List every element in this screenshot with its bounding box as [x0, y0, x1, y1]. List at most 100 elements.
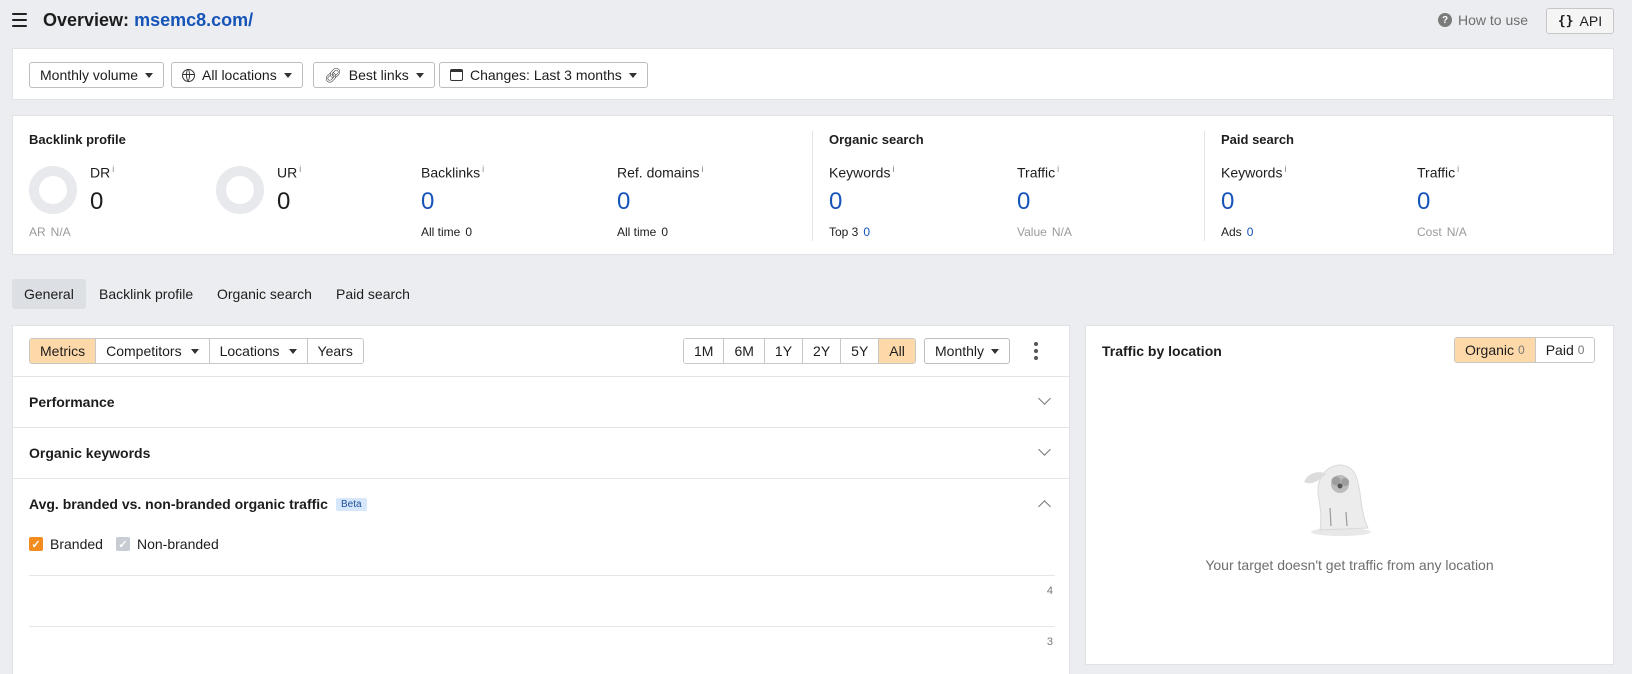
api-button[interactable]: {} API: [1546, 8, 1614, 34]
y-axis-tick: 3: [1046, 636, 1053, 648]
globe-icon: [182, 68, 195, 82]
braces-icon: {}: [1557, 13, 1574, 29]
chevron-down-icon[interactable]: [1038, 443, 1051, 456]
organic-toggle[interactable]: Organic 0: [1455, 338, 1536, 362]
divider: [13, 376, 1069, 377]
metrics-toggle[interactable]: Metrics: [30, 339, 97, 363]
ur-gauge: [216, 166, 264, 214]
info-icon[interactable]: i: [1284, 164, 1286, 174]
branded-section-header[interactable]: Avg. branded vs. non-branded organic tra…: [29, 496, 367, 512]
ur-value: 0: [277, 188, 291, 215]
paid-toggle[interactable]: Paid 0: [1535, 338, 1595, 362]
branded-label: Branded: [50, 536, 103, 552]
checkmark-icon: ✓: [116, 537, 130, 551]
non-branded-label: Non-branded: [137, 536, 219, 552]
dr-value: 0: [90, 188, 104, 215]
info-icon[interactable]: i: [299, 164, 301, 174]
backlinks-value[interactable]: 0: [421, 188, 434, 216]
calendar-icon: [450, 69, 463, 81]
performance-section-header[interactable]: Performance: [29, 394, 115, 410]
question-circle-icon: ?: [1438, 13, 1452, 27]
caret-down-icon: [145, 72, 154, 78]
organic-top3: Top 30: [829, 225, 871, 239]
changes-dropdown[interactable]: Changes: Last 3 months: [439, 62, 648, 88]
backlinks-all-time: All time 0: [421, 225, 473, 239]
overview-chart-panel: Metrics Competitors Locations Years 1M 6…: [12, 325, 1070, 674]
range-5y[interactable]: 5Y: [841, 339, 880, 363]
ref-domains-all-time: All time 0: [617, 225, 669, 239]
range-2y[interactable]: 2Y: [803, 339, 842, 363]
organic-keywords-label[interactable]: Keywords i: [829, 164, 894, 181]
tab-paid-search[interactable]: Paid search: [324, 279, 422, 309]
best-links-dropdown[interactable]: 🔗︎ Best links: [313, 62, 435, 88]
backlink-profile-title: Backlink profile: [29, 132, 126, 147]
organic-traffic-label[interactable]: Traffic i: [1017, 164, 1059, 181]
info-icon[interactable]: i: [701, 164, 703, 174]
monthly-volume-label: Monthly volume: [40, 67, 139, 83]
paid-traffic-value[interactable]: 0: [1417, 188, 1430, 216]
range-all[interactable]: All: [879, 339, 915, 363]
interval-label: Monthly: [935, 343, 985, 359]
info-icon[interactable]: i: [112, 164, 114, 174]
divider: [1204, 131, 1205, 241]
more-options-icon[interactable]: [1034, 342, 1038, 360]
menu-icon[interactable]: [12, 13, 27, 27]
years-toggle[interactable]: Years: [307, 339, 363, 363]
organic-keywords-value[interactable]: 0: [829, 188, 842, 216]
paid-keywords-label[interactable]: Keywords i: [1221, 164, 1286, 181]
branded-checkbox[interactable]: ✓ Branded: [29, 536, 103, 552]
interval-dropdown[interactable]: Monthly: [924, 338, 1011, 364]
divider: [13, 427, 1069, 428]
paid-traffic-label[interactable]: Traffic i: [1417, 164, 1459, 181]
empty-state-message: Your target doesn't get traffic from any…: [1205, 557, 1494, 573]
organic-keywords-section-header[interactable]: Organic keywords: [29, 445, 150, 461]
chevron-down-icon[interactable]: [1038, 392, 1051, 405]
chart-gridline: [29, 575, 1055, 576]
ref-domains-value[interactable]: 0: [617, 188, 630, 216]
tab-backlink-profile[interactable]: Backlink profile: [87, 279, 205, 309]
backlinks-label[interactable]: Backlinks i: [421, 164, 484, 181]
checkmark-icon: ✓: [29, 537, 43, 551]
caret-down-icon: [415, 72, 424, 78]
range-toggle: 1M 6M 1Y 2Y 5Y All: [683, 338, 916, 364]
page-title-prefix: Overview:: [43, 10, 130, 30]
beta-badge: Beta: [335, 497, 367, 511]
filter-bar: Monthly volume All locations 🔗︎ Best lin…: [12, 48, 1614, 100]
paid-ads: Ads 0: [1221, 225, 1254, 239]
range-6m[interactable]: 6M: [724, 339, 765, 363]
locations-dropdown[interactable]: All locations: [171, 62, 303, 88]
paid-cost: Cost N/A: [1417, 225, 1467, 239]
y-axis-tick: 4: [1046, 585, 1053, 597]
organic-traffic-value[interactable]: 0: [1017, 188, 1030, 216]
range-1m[interactable]: 1M: [684, 339, 725, 363]
ur-label[interactable]: UR i: [277, 164, 301, 181]
chevron-up-icon[interactable]: [1038, 500, 1051, 513]
divider: [812, 131, 813, 241]
info-icon[interactable]: i: [892, 164, 894, 174]
locations-toggle-dropdown[interactable]: Locations: [209, 339, 308, 363]
locations-label: All locations: [202, 67, 277, 83]
tab-general[interactable]: General: [12, 279, 86, 309]
api-label: API: [1579, 13, 1603, 29]
info-icon[interactable]: i: [1457, 164, 1459, 174]
competitors-dropdown[interactable]: Competitors: [96, 339, 210, 363]
caret-down-icon: [628, 72, 637, 78]
chart-gridline: [29, 626, 1055, 627]
caret-down-icon: [283, 72, 292, 78]
monthly-volume-dropdown[interactable]: Monthly volume: [29, 62, 165, 88]
non-branded-checkbox[interactable]: ✓ Non-branded: [116, 536, 219, 552]
divider: [13, 478, 1069, 479]
organic-search-title: Organic search: [829, 132, 924, 147]
changes-label: Changes: Last 3 months: [470, 67, 622, 83]
link-icon: 🔗︎: [324, 66, 342, 83]
range-1y[interactable]: 1Y: [764, 339, 804, 363]
how-to-use-link[interactable]: ? How to use: [1438, 12, 1528, 28]
dr-label[interactable]: DR i: [90, 164, 114, 181]
tab-organic-search[interactable]: Organic search: [205, 279, 324, 309]
info-icon[interactable]: i: [1057, 164, 1059, 174]
info-icon[interactable]: i: [482, 164, 484, 174]
ref-domains-label[interactable]: Ref. domains i: [617, 164, 703, 181]
caret-down-icon: [288, 348, 297, 354]
paid-keywords-value[interactable]: 0: [1221, 188, 1234, 216]
target-domain-link[interactable]: msemc8.com/: [134, 10, 253, 30]
